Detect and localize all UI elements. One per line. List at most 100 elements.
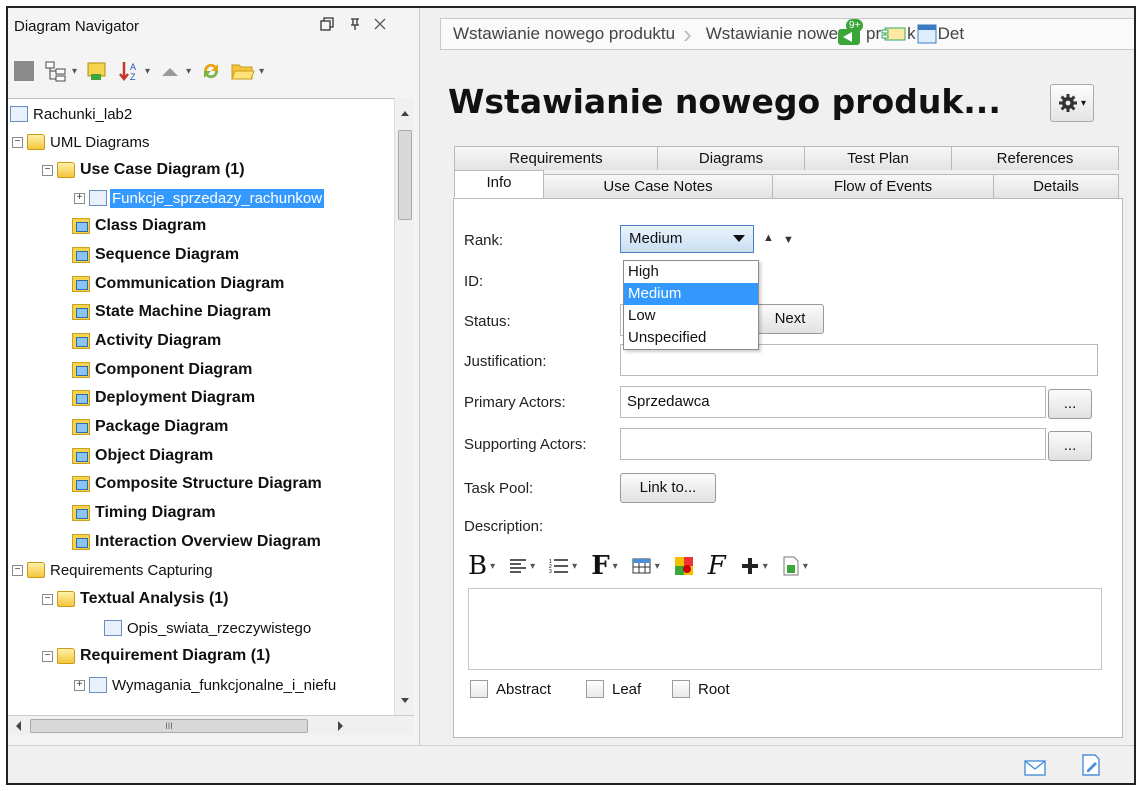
collapse-icon[interactable]: − [42,593,53,605]
expand-icon[interactable]: + [74,679,85,691]
primary-actors-field[interactable]: Sprzedawca [620,386,1046,418]
tree-item-activity-diagram[interactable]: Activity Diagram [72,328,223,354]
collapse-icon[interactable]: − [12,136,23,148]
close-icon[interactable] [374,17,386,34]
tree-item-funkcje-sprzedazy[interactable]: + Funkcje_sprzedazy_rachunkow [74,185,325,211]
refresh-icon[interactable] [199,59,223,83]
tree-item-label: Rachunki_lab2 [33,105,133,123]
breadcrumb-item[interactable]: Wstawianie nowego produktu [441,24,681,44]
expand-icon[interactable]: + [74,192,85,204]
insert-element-icon[interactable]: ▾ [782,556,808,576]
root-checkbox[interactable]: Root [672,680,730,698]
note-icon[interactable] [1082,754,1100,776]
restore-icon[interactable] [320,17,334,35]
format-painter-icon[interactable]: F [708,551,726,581]
announcement-icon[interactable]: 9+ [836,19,864,47]
add-icon[interactable]: ▾ [740,556,768,576]
chevron-down-icon[interactable]: ▾ [72,66,77,77]
leaf-checkbox[interactable]: Leaf [586,680,641,698]
tab-flow-of-events[interactable]: Flow of Events [772,174,994,198]
stop-icon[interactable] [12,59,36,83]
tree-item-opis-swiata[interactable]: Opis_swiata_rzeczywistego [104,615,313,641]
tree-item-interaction-overview-diagram[interactable]: Interaction Overview Diagram [72,529,323,555]
tab-use-case-notes[interactable]: Use Case Notes [543,174,773,198]
notification-badge: 9+ [846,19,864,32]
bold-icon[interactable]: B ▾ [468,551,495,581]
tree-item-textual-analysis[interactable]: − Textual Analysis (1) [42,586,231,612]
scrollbar-thumb[interactable]: III [30,719,308,733]
tree-view-icon[interactable] [44,59,68,83]
supporting-actors-browse-button[interactable]: ... [1048,431,1092,461]
tree-vertical-scrollbar[interactable] [394,98,414,715]
scroll-left-icon[interactable] [11,717,27,735]
chevron-down-icon[interactable]: ▾ [145,66,150,77]
tab-references[interactable]: References [951,146,1119,170]
table-icon[interactable]: ▾ [632,557,660,575]
move-down-icon[interactable]: ▼ [783,234,794,246]
open-folder-icon[interactable] [231,59,255,83]
scroll-right-icon[interactable] [332,717,348,735]
tree-item-uml-diagrams[interactable]: − UML Diagrams [12,129,151,155]
tree-item-class-diagram[interactable]: Class Diagram [72,213,208,239]
move-up-icon[interactable]: ▲ [763,232,774,244]
tree-item-package-diagram[interactable]: Package Diagram [72,414,230,440]
breadcrumb-item[interactable]: Det [938,24,964,44]
tab-test-plan[interactable]: Test Plan [804,146,952,170]
tree-item-sequence-diagram[interactable]: Sequence Diagram [72,242,241,268]
font-icon[interactable]: F ▾ [591,551,618,581]
collapse-icon[interactable]: − [42,164,53,176]
supporting-actors-label: Supporting Actors: [464,436,587,453]
color-icon[interactable] [674,556,694,576]
sort-icon[interactable]: AZ [117,59,141,83]
rank-option-high[interactable]: High [624,261,758,283]
numbered-list-icon[interactable]: 1 2 3 ▾ [549,557,577,575]
scroll-up-icon[interactable] [395,104,415,124]
checkbox-label: Root [698,680,730,698]
mail-icon[interactable] [1024,760,1046,776]
diagram-navigator-panel: Diagram Navigator ▾ AZ ▾ ▾ ▾ Rachunki_la… [8,8,420,745]
tree-item-project[interactable]: Rachunki_lab2 [10,101,134,127]
settings-button[interactable]: ▾ [1050,84,1094,122]
breadcrumb-item[interactable]: pr [864,24,881,44]
tab-diagrams[interactable]: Diagrams [657,146,805,170]
link-to-button[interactable]: Link to... [620,473,716,503]
move-up-icon[interactable] [158,59,182,83]
rank-option-low[interactable]: Low [624,305,758,327]
tree-item-use-case-diagram[interactable]: − Use Case Diagram (1) [42,157,247,183]
scroll-down-icon[interactable] [395,690,415,710]
rank-option-unspecified[interactable]: Unspecified [624,327,758,349]
tree-item-deployment-diagram[interactable]: Deployment Diagram [72,385,257,411]
tab-requirements[interactable]: Requirements [454,146,658,170]
tree-item-timing-diagram[interactable]: Timing Diagram [72,500,218,526]
tree-item-object-diagram[interactable]: Object Diagram [72,443,215,469]
collapse-icon[interactable]: − [42,650,53,662]
tree-item-requirements-capturing[interactable]: − Requirements Capturing [12,557,215,583]
chevron-down-icon[interactable]: ▾ [259,66,264,77]
scrollbar-thumb[interactable] [398,130,412,220]
interaction-overview-diagram-icon [72,534,90,550]
tab-info[interactable]: Info [454,170,544,198]
tree-item-communication-diagram[interactable]: Communication Diagram [72,271,286,297]
next-button[interactable]: Next [756,304,824,334]
tree-item-composite-structure-diagram[interactable]: Composite Structure Diagram [72,471,324,497]
breadcrumb-item[interactable]: Wstawianie nowe [694,24,838,44]
status-bar [8,745,1134,783]
primary-actors-browse-button[interactable]: ... [1048,389,1092,419]
tree-item-wymagania[interactable]: + Wymagania_funkcjonalne_i_niefu [74,672,338,698]
rank-option-medium[interactable]: Medium [624,283,758,305]
tree-item-component-diagram[interactable]: Component Diagram [72,357,254,383]
rank-select[interactable]: Medium [620,225,754,253]
new-diagram-icon[interactable] [85,59,109,83]
tree-item-requirement-diagram[interactable]: − Requirement Diagram (1) [42,643,272,669]
tab-details[interactable]: Details [993,174,1119,198]
tree-horizontal-scrollbar[interactable]: III [8,715,414,735]
tree-item-state-machine-diagram[interactable]: State Machine Diagram [72,299,273,325]
collapse-icon[interactable]: − [12,564,23,576]
supporting-actors-field[interactable] [620,428,1046,460]
align-left-icon[interactable]: ▾ [509,558,535,574]
description-editor[interactable] [468,588,1102,670]
chevron-down-icon[interactable]: ▾ [186,66,191,77]
breadcrumb-item[interactable]: k [907,24,916,44]
pin-icon[interactable] [348,17,362,35]
abstract-checkbox[interactable]: Abstract [470,680,551,698]
